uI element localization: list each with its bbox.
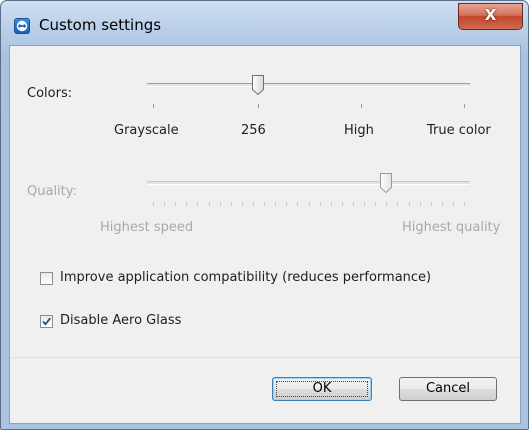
window-title: Custom settings bbox=[39, 16, 162, 34]
quality-tick bbox=[275, 202, 277, 206]
quality-tick bbox=[164, 202, 166, 206]
colors-label: Colors: bbox=[27, 86, 73, 101]
ok-button[interactable]: OK bbox=[272, 377, 372, 401]
quality-tick bbox=[297, 202, 299, 206]
quality-slider-track[interactable] bbox=[147, 181, 470, 185]
quality-tick bbox=[441, 202, 443, 206]
colors-option-256: 256 bbox=[241, 123, 266, 138]
quality-tick bbox=[308, 202, 310, 206]
colors-tick bbox=[464, 104, 465, 108]
quality-tick bbox=[208, 202, 210, 206]
quality-tick bbox=[230, 202, 232, 206]
quality-tick bbox=[219, 202, 221, 206]
aero-label[interactable]: Disable Aero Glass bbox=[60, 313, 181, 328]
quality-tick bbox=[330, 202, 332, 206]
compatibility-label[interactable]: Improve application compatibility (reduc… bbox=[60, 270, 431, 285]
colors-tick bbox=[153, 104, 154, 108]
quality-tick bbox=[153, 202, 154, 206]
cancel-button-label: Cancel bbox=[425, 381, 471, 396]
quality-tick bbox=[386, 202, 388, 206]
checkmark-icon bbox=[42, 317, 51, 326]
aero-checkbox[interactable] bbox=[40, 315, 53, 328]
quality-tick bbox=[175, 202, 177, 206]
quality-min-label: Highest speed bbox=[100, 220, 194, 235]
quality-tick bbox=[352, 202, 354, 206]
teamviewer-icon bbox=[14, 18, 30, 34]
settings-panel: Colors: Grayscale 256 High True color Qu… bbox=[10, 46, 520, 359]
quality-tick bbox=[186, 202, 188, 206]
quality-slider-thumb[interactable] bbox=[380, 173, 392, 193]
cancel-button[interactable]: Cancel bbox=[399, 377, 497, 401]
dialog-window: Custom settings X Colors: Grayscale 256 … bbox=[0, 0, 529, 430]
quality-tick bbox=[375, 202, 377, 206]
quality-max-label: Highest quality bbox=[402, 220, 501, 235]
quality-tick bbox=[419, 202, 421, 206]
colors-slider-track[interactable] bbox=[147, 83, 470, 87]
compatibility-checkbox[interactable] bbox=[40, 272, 53, 285]
quality-tick bbox=[452, 202, 454, 206]
quality-tick bbox=[286, 202, 288, 206]
close-icon: X bbox=[484, 6, 497, 24]
colors-option-true-color: True color bbox=[427, 123, 491, 138]
quality-tick bbox=[364, 202, 365, 206]
colors-option-high: High bbox=[344, 123, 374, 138]
colors-option-grayscale: Grayscale bbox=[114, 123, 179, 138]
quality-tick bbox=[264, 202, 266, 206]
quality-label: Quality: bbox=[27, 184, 77, 199]
client-area: Colors: Grayscale 256 High True color Qu… bbox=[9, 45, 521, 424]
close-button[interactable]: X bbox=[458, 3, 523, 30]
quality-tick bbox=[341, 202, 343, 206]
quality-tick bbox=[319, 202, 321, 206]
quality-tick bbox=[241, 202, 243, 206]
focus-rectangle bbox=[276, 381, 368, 397]
quality-tick bbox=[397, 202, 399, 206]
quality-tick bbox=[464, 202, 465, 206]
quality-tick bbox=[430, 202, 432, 206]
quality-tick bbox=[197, 202, 199, 206]
colors-tick bbox=[258, 104, 259, 108]
quality-tick bbox=[253, 202, 254, 206]
colors-tick bbox=[361, 104, 362, 108]
colors-slider-thumb[interactable] bbox=[252, 75, 264, 95]
quality-tick bbox=[408, 202, 410, 206]
button-bar: OK Cancel bbox=[10, 357, 520, 423]
